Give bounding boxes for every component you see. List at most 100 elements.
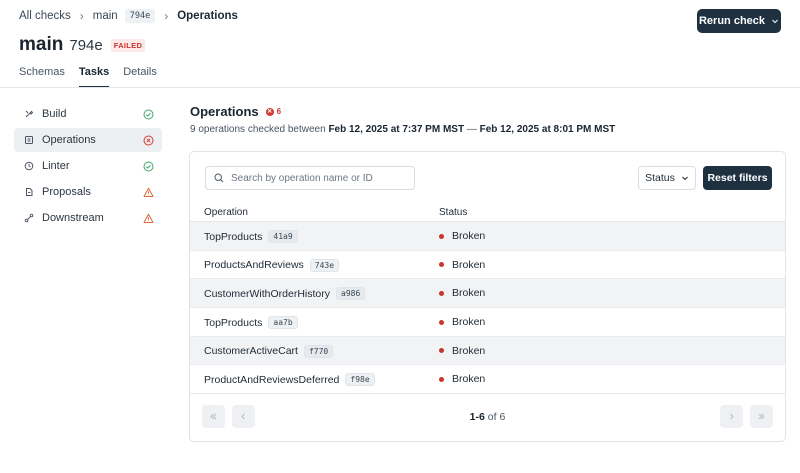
status-dot-icon — [439, 290, 444, 296]
tab-bar: Schemas Tasks Details — [19, 60, 157, 88]
status-text: Broken — [452, 258, 486, 271]
sidebar-item-label: Proposals — [42, 186, 91, 198]
sidebar-item-label: Linter — [42, 160, 70, 172]
operation-id: f98e — [345, 373, 375, 387]
operations-table: TopProducts 41a9 Broken ProductsAndRevie… — [190, 222, 785, 395]
table-header: Operation Status — [190, 202, 785, 222]
search-input[interactable] — [231, 172, 401, 184]
operations-header: Operations ✕ 6 — [190, 104, 281, 119]
operation-cell: ProductsAndReviews 743e — [204, 258, 340, 272]
build-icon — [24, 109, 34, 119]
operation-id: f770 — [303, 344, 334, 358]
operations-panel: Status Reset filters Operation Status To… — [189, 151, 786, 442]
operation-name: TopProducts — [204, 230, 263, 243]
page-range: 1-6 — [469, 411, 485, 423]
operation-name: ProductsAndReviews — [204, 259, 304, 272]
downstream-icon — [24, 213, 34, 223]
status-filter-button[interactable]: Status — [638, 166, 696, 190]
sidebar-item-label: Build — [42, 108, 67, 120]
status-cell: Broken — [439, 287, 485, 299]
tab-details[interactable]: Details — [123, 60, 157, 88]
last-page-button[interactable] — [750, 405, 773, 428]
sidebar-item-label: Operations — [42, 134, 96, 146]
status-dot-icon — [439, 319, 444, 325]
header-divider — [0, 87, 800, 88]
check-circle-icon — [143, 161, 154, 172]
status-text: Broken — [452, 230, 486, 242]
breadcrumb-current: Operations — [177, 10, 238, 22]
sidebar-item-label: Downstream — [42, 212, 104, 224]
breadcrumb-branch[interactable]: main — [93, 10, 118, 22]
check-summary: 9 operations checked between Feb 12, 202… — [190, 124, 615, 135]
operation-name: ProductAndReviewsDeferred — [204, 373, 340, 386]
operation-cell: TopProducts 41a9 — [204, 230, 298, 243]
summary-end: Feb 12, 2025 at 8:01 PM MST — [479, 124, 616, 135]
warning-triangle-icon — [143, 213, 154, 224]
status-text: Broken — [452, 373, 486, 386]
warning-triangle-icon — [143, 187, 154, 198]
table-row[interactable]: CustomerActiveCart f770 Broken — [190, 336, 785, 366]
tab-schemas[interactable]: Schemas — [19, 60, 65, 88]
page-of-label: of — [487, 411, 497, 423]
sidebar-item-proposals[interactable]: Proposals — [14, 180, 162, 204]
check-circle-icon — [143, 109, 154, 120]
status-dot-icon — [439, 376, 444, 382]
operation-name: CustomerActiveCart — [204, 345, 298, 358]
search-field[interactable] — [205, 166, 415, 190]
rerun-check-label: Rerun check — [698, 15, 766, 27]
status-text: Broken — [452, 287, 486, 300]
reset-filters-button[interactable]: Reset filters — [703, 166, 772, 190]
error-count: 6 — [276, 107, 282, 116]
sidebar-item-operations[interactable]: Operations — [14, 128, 162, 152]
table-row[interactable]: CustomerWithOrderHistory a986 Broken — [190, 279, 785, 309]
search-icon — [214, 173, 224, 183]
operation-id: 41a9 — [268, 230, 298, 243]
status-dot-icon — [439, 348, 444, 354]
table-row[interactable]: TopProducts 41a9 Broken — [190, 222, 785, 251]
pagination: 1-6 of 6 — [190, 400, 785, 440]
linter-icon — [24, 161, 34, 171]
chevrons-right-icon — [758, 413, 765, 420]
sidebar-item-build[interactable]: Build — [14, 102, 162, 126]
status-dot-icon — [439, 233, 444, 239]
table-row[interactable]: ProductsAndReviews 743e Broken — [190, 251, 785, 280]
page-title-main: main — [19, 34, 64, 55]
operation-cell: ProductAndReviewsDeferred f98e — [204, 373, 375, 387]
summary-separator: — — [466, 124, 477, 135]
section-title: Operations — [190, 104, 259, 119]
status-dot-icon — [439, 262, 444, 268]
x-circle-icon: ✕ — [265, 107, 274, 116]
summary-prefix: 9 operations checked between — [190, 124, 326, 135]
status-cell: Broken — [439, 345, 485, 357]
chevron-down-icon — [772, 19, 778, 24]
breadcrumb-all-checks[interactable]: All checks — [19, 10, 71, 22]
status-text: Broken — [452, 344, 486, 357]
next-page-button[interactable] — [720, 405, 743, 428]
proposals-icon — [24, 187, 34, 197]
rerun-check-button[interactable]: Rerun check — [697, 9, 781, 33]
operation-id: a986 — [336, 287, 366, 301]
status-badge: FAILED — [110, 38, 146, 52]
status-filter-label: Status — [645, 172, 675, 184]
tab-tasks[interactable]: Tasks — [78, 60, 110, 88]
breadcrumb: All checks › main 794e › Operations — [19, 9, 238, 23]
operation-cell: CustomerWithOrderHistory a986 — [204, 287, 366, 301]
operations-icon — [24, 135, 34, 145]
table-row[interactable]: TopProducts aa7b Broken — [190, 308, 785, 337]
sidebar-item-downstream[interactable]: Downstream — [14, 206, 162, 230]
operation-id: aa7b — [268, 316, 298, 330]
page-title: main 794e FAILED — [19, 34, 146, 56]
status-cell: Broken — [439, 259, 485, 271]
operation-cell: TopProducts aa7b — [204, 316, 298, 330]
chevron-down-icon — [682, 176, 688, 181]
chevron-right-icon — [730, 413, 734, 420]
status-cell: Broken — [439, 316, 485, 328]
table-row[interactable]: ProductAndReviewsDeferred f98e Broken — [190, 365, 785, 395]
chevron-right-icon: › — [164, 9, 169, 23]
breadcrumb-branch-id: 794e — [124, 9, 156, 23]
sidebar-item-linter[interactable]: Linter — [14, 154, 162, 178]
page-total: 6 — [499, 411, 506, 423]
column-header-status: Status — [439, 207, 468, 218]
summary-start: Feb 12, 2025 at 7:37 PM MST — [328, 124, 465, 135]
status-cell: Broken — [439, 373, 485, 385]
